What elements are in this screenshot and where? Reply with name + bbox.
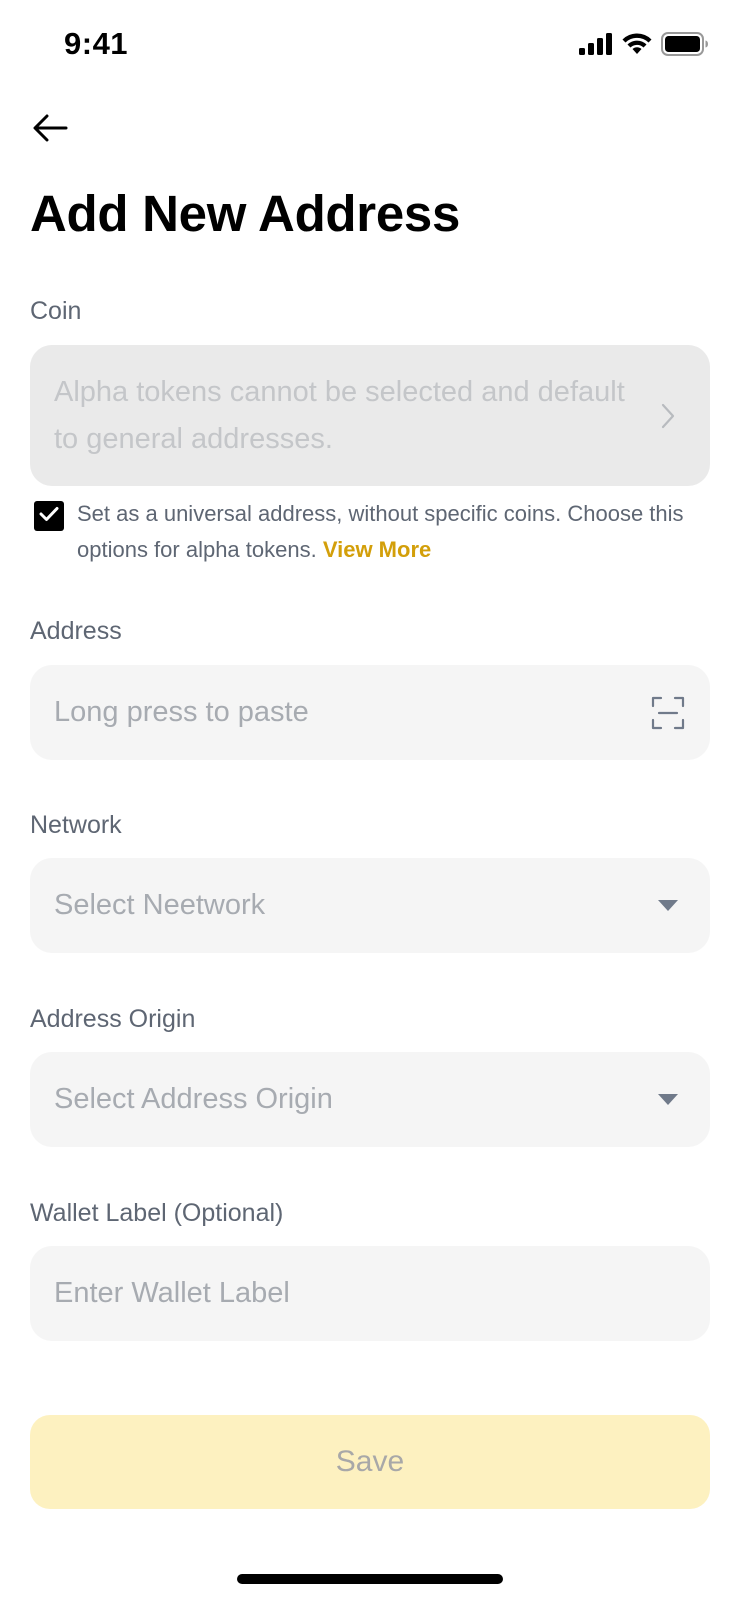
back-button[interactable]	[28, 108, 72, 152]
address-origin-select[interactable]: Select Address Origin	[30, 1052, 710, 1147]
network-placeholder: Select Neetwork	[54, 889, 266, 921]
signal-icon	[579, 33, 613, 60]
scan-icon[interactable]	[650, 695, 686, 731]
status-icons	[579, 32, 709, 61]
coin-label: Coin	[30, 297, 82, 325]
coin-selector[interactable]: Alpha tokens cannot be selected and defa…	[30, 345, 710, 486]
wifi-icon	[622, 33, 652, 60]
coin-placeholder: Alpha tokens cannot be selected and defa…	[54, 375, 625, 455]
address-placeholder: Long press to paste	[54, 696, 309, 728]
caret-down-icon	[650, 1082, 686, 1118]
universal-address-checkbox[interactable]	[34, 501, 64, 531]
address-label: Address	[30, 617, 122, 645]
wallet-label-label: Wallet Label (Optional)	[30, 1199, 284, 1227]
home-indicator	[237, 1574, 503, 1584]
universal-address-text: Set as a universal address, without spec…	[77, 496, 714, 568]
status-bar: 9:41	[0, 0, 739, 90]
address-origin-placeholder: Select Address Origin	[54, 1083, 333, 1115]
wallet-label-input[interactable]: Enter Wallet Label	[30, 1246, 710, 1341]
save-button[interactable]: Save	[30, 1415, 710, 1509]
wallet-label-placeholder: Enter Wallet Label	[54, 1277, 290, 1309]
battery-icon	[661, 32, 709, 61]
status-time: 9:41	[64, 26, 129, 61]
address-origin-label: Address Origin	[30, 1005, 196, 1033]
network-label: Network	[30, 811, 122, 839]
network-select[interactable]: Select Neetwork	[30, 858, 710, 953]
chevron-right-icon	[650, 398, 686, 434]
caret-down-icon	[650, 888, 686, 924]
view-more-link[interactable]: View More	[323, 537, 431, 562]
universal-address-option: Set as a universal address, without spec…	[34, 496, 714, 568]
arrow-left-icon	[32, 113, 68, 148]
checkmark-icon	[39, 506, 59, 527]
page-title: Add New Address	[30, 185, 461, 242]
address-input[interactable]: Long press to paste	[30, 665, 710, 760]
